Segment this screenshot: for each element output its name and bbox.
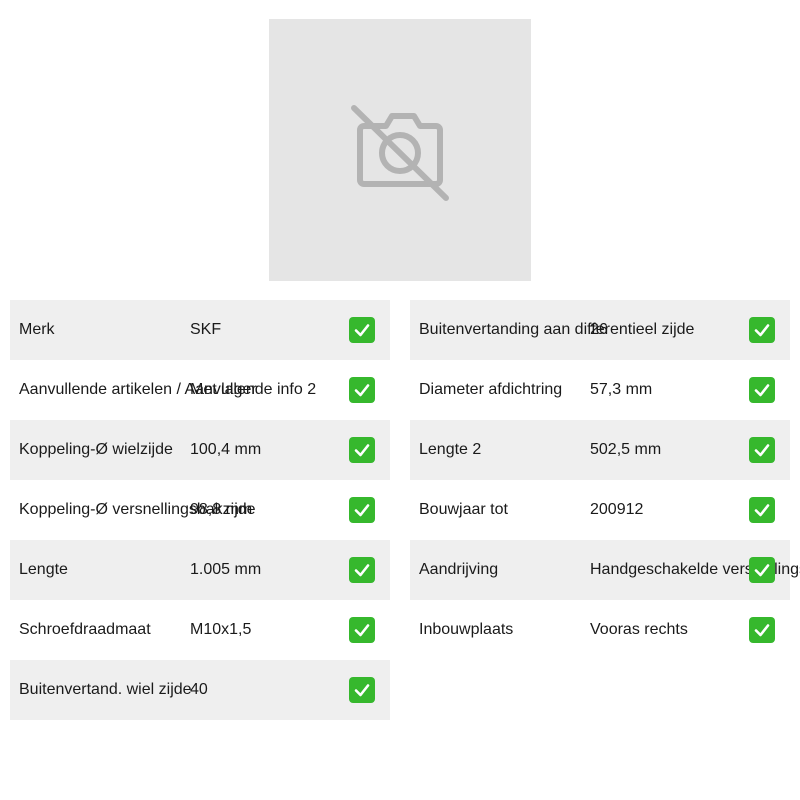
spec-value: M10x1,5: [190, 621, 252, 638]
camera-off-icon: [346, 96, 454, 204]
spec-row: Lengte 1.005 mm: [10, 540, 390, 600]
check-icon: [349, 437, 375, 463]
spec-label: Lengte: [19, 561, 68, 578]
check-icon: [749, 317, 775, 343]
spec-value: SKF: [190, 321, 222, 338]
spec-value: 100,4 mm: [190, 441, 262, 458]
spec-value: 26: [590, 321, 608, 338]
spec-label: Schroefdraadmaat: [19, 621, 151, 638]
spec-value: Vooras rechts: [590, 621, 688, 638]
spec-table-left: Merk SKF Aanvullende artikelen / Aanvull…: [10, 300, 390, 720]
spec-label: Diameter afdichtring: [419, 381, 563, 398]
check-icon: [749, 377, 775, 403]
check-icon: [349, 377, 375, 403]
spec-label: Merk: [19, 321, 55, 338]
spec-row: Aanvullende artikelen / Aanvullende info…: [10, 360, 390, 420]
spec-row: Schroefdraadmaat M10x1,5: [10, 600, 390, 660]
spec-row: Diameter afdichtring 57,3 mm: [410, 360, 790, 420]
check-icon: [349, 677, 375, 703]
check-icon: [749, 497, 775, 523]
spec-label: Buitenvertanding aan differentieel zijde: [419, 321, 695, 338]
spec-label: Koppeling-Ø wielzijde: [19, 441, 173, 458]
check-icon: [749, 617, 775, 643]
spec-value: 502,5 mm: [590, 441, 662, 458]
spec-label: Aanvullende artikelen / Aanvullende info…: [19, 381, 317, 398]
spec-row: Inbouwplaats Vooras rechts: [410, 600, 790, 660]
spec-row: Koppeling-Ø wielzijde 100,4 mm: [10, 420, 390, 480]
spec-row: Bouwjaar tot 200912: [410, 480, 790, 540]
check-icon: [749, 557, 775, 583]
spec-row: Buitenvertand. wiel zijde 40: [10, 660, 390, 720]
spec-label: Lengte 2: [419, 441, 482, 458]
spec-row: Lengte 2 502,5 mm: [410, 420, 790, 480]
spec-row: Aandrijving Handgeschakelde versnellings…: [410, 540, 800, 600]
spec-value: 40: [190, 681, 208, 698]
check-icon: [349, 497, 375, 523]
spec-row: Buitenvertanding aan differentieel zijde…: [410, 300, 790, 360]
check-icon: [349, 317, 375, 343]
spec-value: 98,8 mm: [190, 501, 253, 518]
spec-value: 1.005 mm: [190, 561, 262, 578]
spec-value: 57,3 mm: [590, 381, 653, 398]
product-image-placeholder: [269, 19, 531, 281]
check-icon: [749, 437, 775, 463]
spec-value: Met lager: [190, 381, 257, 398]
spec-table-right: Buitenvertanding aan differentieel zijde…: [410, 300, 800, 660]
check-icon: [349, 617, 375, 643]
spec-label: Buitenvertand. wiel zijde: [19, 681, 192, 698]
check-icon: [349, 557, 375, 583]
spec-label: Aandrijving: [419, 561, 499, 578]
spec-row: Koppeling-Ø versnellingsbakzijde 98,8 mm: [10, 480, 390, 540]
spec-row: Merk SKF: [10, 300, 390, 360]
spec-label: Inbouwplaats: [419, 621, 514, 638]
spec-label: Bouwjaar tot: [419, 501, 508, 518]
spec-value: 200912: [590, 501, 644, 518]
